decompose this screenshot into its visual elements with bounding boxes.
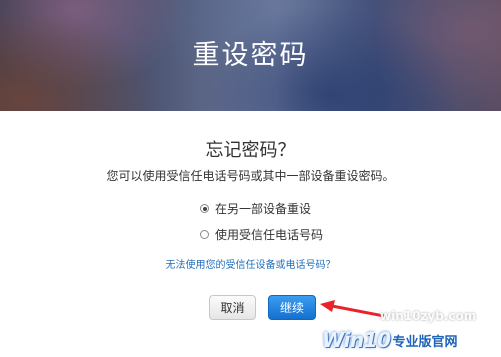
option-use-trusted-phone[interactable]: 使用受信任电话号码	[200, 226, 323, 243]
cancel-button[interactable]: 取消	[209, 295, 256, 320]
red-arrow-annotation	[320, 300, 386, 318]
continue-button[interactable]: 继续	[268, 295, 316, 320]
option-reset-on-another-device[interactable]: 在另一部设备重设	[200, 200, 311, 217]
radio-selected-icon[interactable]	[200, 204, 209, 213]
instructions-text: 您可以使用受信任电话号码或其中一部设备重设密码。	[106, 169, 395, 183]
cannot-use-trusted-device-link[interactable]: 无法使用您的受信任设备或电话号码？	[0, 256, 501, 271]
option-label: 在另一部设备重设	[215, 202, 312, 216]
page-title: 重设密码	[192, 40, 309, 71]
watermark-brand-sub: 专业版官网	[392, 334, 458, 350]
watermark-logo: Win10 专业版官网	[322, 328, 497, 352]
radio-unselected-icon[interactable]	[200, 230, 209, 239]
watermark-brand: Win10	[322, 328, 391, 352]
option-label: 使用受信任电话号码	[215, 228, 324, 242]
watermark-url: win10zyb.com	[380, 309, 477, 323]
forgot-password-heading: 忘记密码？	[205, 140, 296, 161]
header-banner: 重设密码	[0, 0, 501, 111]
